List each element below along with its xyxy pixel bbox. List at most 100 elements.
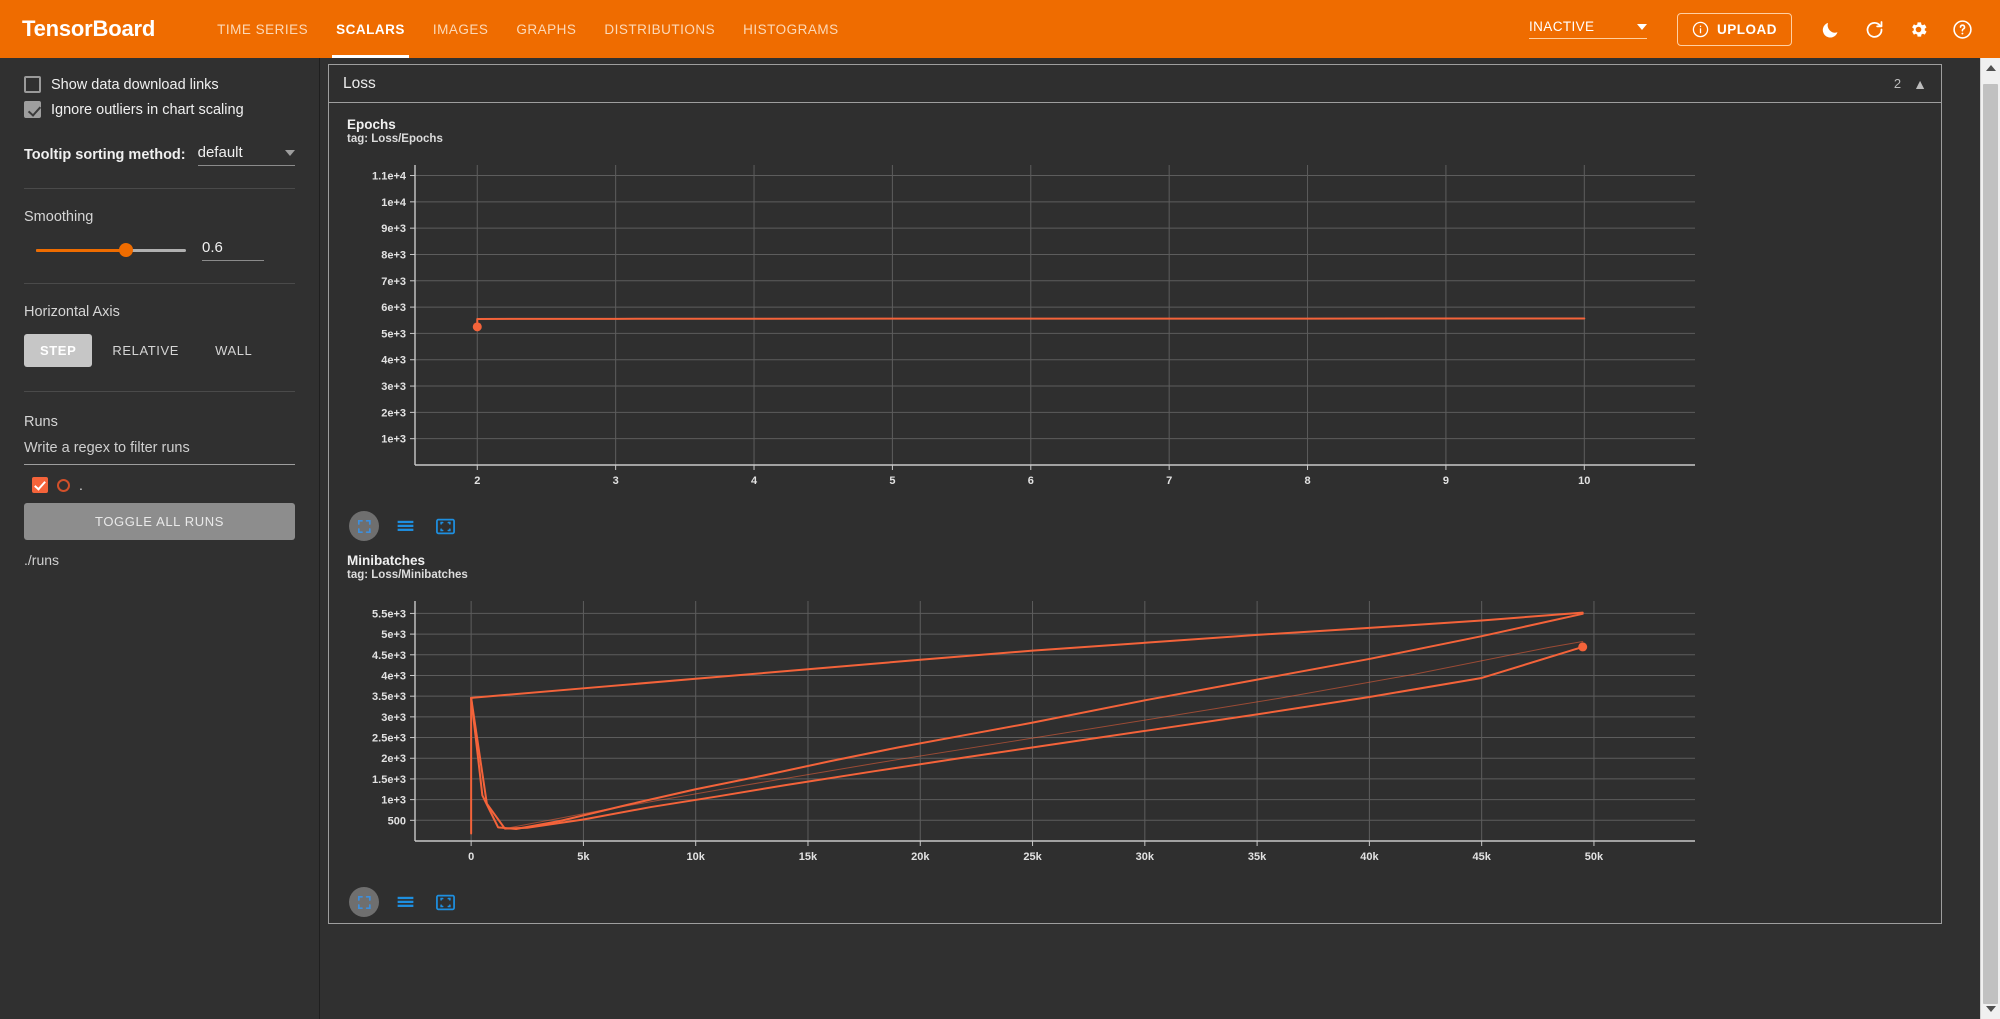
tab-time-series[interactable]: TIME SERIES (203, 0, 322, 58)
loss-card-body: Epochs tag: Loss/Epochs 1e+3 2e+3 3e+3 4e+3… (329, 103, 1941, 923)
chart-minibatches-toolbar (349, 887, 1941, 917)
fit-domain-icon[interactable] (349, 511, 379, 541)
svg-text:500: 500 (388, 815, 406, 827)
main-content: Loss 2 ▲ Epochs tag: Loss/Epochs 1e+3 2e+… (320, 58, 2000, 1019)
loss-card: Loss 2 ▲ Epochs tag: Loss/Epochs 1e+3 2e+… (328, 64, 1942, 924)
svg-text:8: 8 (1304, 475, 1310, 487)
chevron-down-icon (1985, 1006, 1996, 1012)
chart-minibatches-title: Minibatches (347, 553, 426, 568)
tab-scalars[interactable]: SCALARS (322, 0, 419, 58)
show-download-links-checkbox[interactable] (24, 76, 41, 93)
axis-option-relative[interactable]: RELATIVE (96, 334, 195, 367)
chart-minibatches-plot[interactable]: 500 1e+3 1.5e+3 2e+3 2.5e+3 3e+3 3.5e+3 4e+3 4.5… (337, 583, 1941, 883)
divider (24, 391, 295, 392)
run-status-dropdown[interactable]: INACTIVE (1529, 19, 1647, 39)
axis-option-step[interactable]: STEP (24, 334, 93, 367)
refresh-icon (1866, 20, 1882, 38)
scrollbar-thumb[interactable] (1983, 84, 1998, 1004)
upload-button[interactable]: UPLOAD (1677, 12, 1792, 46)
help-button[interactable] (1942, 9, 1982, 49)
chart-minibatches-svg[interactable]: 500 1e+3 1.5e+3 2e+3 2.5e+3 3e+3 3.5e+3 4e+3 4.5… (337, 583, 1737, 883)
svg-text:1e+4: 1e+4 (381, 197, 407, 209)
scroll-up-button[interactable] (1981, 58, 2000, 78)
svg-text:8e+3: 8e+3 (381, 249, 406, 261)
svg-text:1e+3: 1e+3 (381, 434, 406, 446)
svg-text:15k: 15k (799, 851, 818, 863)
ignore-outliers-row[interactable]: Ignore outliers in chart scaling (24, 101, 295, 118)
svg-text:45k: 45k (1472, 851, 1491, 863)
svg-text:7: 7 (1166, 475, 1172, 487)
svg-text:30k: 30k (1136, 851, 1155, 863)
ignore-outliers-checkbox[interactable] (24, 101, 41, 118)
gear-icon (1911, 21, 1927, 37)
app-logo: TensorBoard (22, 16, 156, 41)
divider (24, 283, 295, 284)
svg-text:2: 2 (474, 475, 480, 487)
chart-minibatches: Minibatches tag: Loss/Minibatches 500 1e+… (329, 549, 1941, 917)
refresh-button[interactable] (1854, 9, 1894, 49)
svg-text:5e+3: 5e+3 (381, 629, 406, 641)
sidebar: Show data download links Ignore outliers… (0, 58, 320, 1019)
runs-label: Runs (24, 414, 58, 430)
smoothing-row: 0.6 (24, 239, 295, 261)
fit-domain-icon[interactable] (349, 887, 379, 917)
svg-text:1.5e+3: 1.5e+3 (372, 774, 406, 786)
card-title: Loss (343, 74, 376, 92)
show-download-links-row[interactable]: Show data download links (24, 76, 295, 93)
axis-option-wall[interactable]: WALL (199, 334, 268, 367)
scroll-down-button[interactable] (1981, 999, 2000, 1019)
run-item-dot[interactable]: . (24, 477, 295, 493)
fullscreen-icon[interactable] (431, 888, 459, 916)
tab-distributions[interactable]: DISTRIBUTIONS (590, 0, 729, 58)
svg-text:9: 9 (1443, 475, 1449, 487)
run-color-circle-icon (57, 478, 70, 492)
data-table-icon[interactable] (391, 512, 419, 540)
svg-text:3.5e+3: 3.5e+3 (372, 691, 406, 703)
tab-graphs[interactable]: GRAPHS (502, 0, 590, 58)
settings-button[interactable] (1898, 9, 1938, 49)
chevron-up-icon[interactable]: ▲ (1913, 76, 1927, 92)
svg-text:10k: 10k (687, 851, 706, 863)
svg-text:0: 0 (468, 851, 474, 863)
page-scrollbar[interactable] (1980, 58, 2000, 1019)
run-name: . (79, 477, 83, 493)
svg-text:5e+3: 5e+3 (381, 328, 406, 340)
chart-epochs-toolbar (349, 511, 1941, 541)
svg-text:3: 3 (613, 475, 619, 487)
toggle-all-runs-button[interactable]: TOGGLE ALL RUNS (24, 503, 295, 540)
upload-label: UPLOAD (1717, 21, 1777, 37)
svg-text:25k: 25k (1023, 851, 1042, 863)
chart-epochs-plot[interactable]: 1e+3 2e+3 3e+3 4e+3 5e+3 6e+3 7e+3 8e+3 9e+3 1e+4… (337, 147, 1941, 507)
chart-epochs-tag: tag: Loss/Epochs (347, 133, 443, 145)
chevron-down-icon (285, 149, 295, 156)
horizontal-axis-label: Horizontal Axis (24, 304, 120, 320)
svg-text:1e+3: 1e+3 (381, 795, 406, 807)
tooltip-sorting-select[interactable]: default (197, 144, 295, 166)
svg-text:5: 5 (889, 475, 895, 487)
chevron-down-icon (1637, 23, 1647, 30)
smoothing-slider[interactable] (36, 243, 186, 257)
run-checkbox[interactable] (32, 477, 48, 493)
tab-images[interactable]: IMAGES (419, 0, 503, 58)
chart-epochs-svg[interactable]: 1e+3 2e+3 3e+3 4e+3 5e+3 6e+3 7e+3 8e+3 9e+3 1e+4… (337, 147, 1737, 507)
svg-text:6e+3: 6e+3 (381, 302, 406, 314)
svg-text:5.5e+3: 5.5e+3 (372, 608, 406, 620)
horizontal-axis-group: STEP RELATIVE WALL (24, 334, 295, 367)
smoothing-slider-fill (36, 248, 126, 252)
runs-filter-input[interactable] (24, 430, 295, 465)
tooltip-sorting-value: default (197, 144, 243, 161)
dark-mode-button[interactable] (1810, 9, 1850, 49)
svg-text:2e+3: 2e+3 (381, 407, 406, 419)
svg-text:4e+3: 4e+3 (381, 355, 406, 367)
tab-histograms[interactable]: HISTOGRAMS (729, 0, 853, 58)
data-table-icon[interactable] (391, 888, 419, 916)
run-status-label: INACTIVE (1529, 19, 1595, 34)
smoothing-value-input[interactable]: 0.6 (202, 239, 264, 261)
loss-card-header[interactable]: Loss 2 ▲ (329, 65, 1941, 103)
chart-minibatches-tag: tag: Loss/Minibatches (347, 569, 468, 581)
svg-text:1.1e+4: 1.1e+4 (372, 171, 407, 183)
smoothing-slider-handle[interactable] (119, 243, 133, 257)
help-icon (1952, 19, 1972, 39)
fullscreen-icon[interactable] (431, 512, 459, 540)
svg-text:50k: 50k (1585, 851, 1604, 863)
